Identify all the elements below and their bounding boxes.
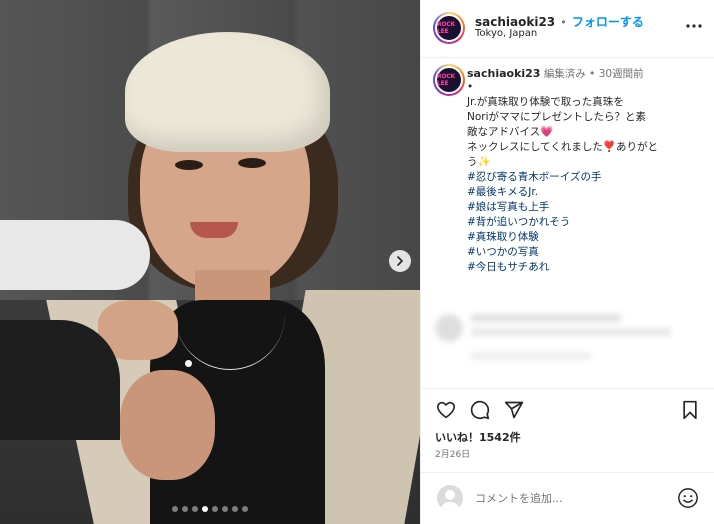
carousel-dot: [182, 506, 188, 512]
follow-button[interactable]: フォローする: [572, 15, 644, 29]
comment-input[interactable]: [475, 489, 665, 507]
separator-dot: •: [560, 16, 567, 29]
beret: [125, 32, 330, 152]
heart-icon[interactable]: [435, 399, 457, 421]
carousel-dot: [202, 506, 208, 512]
hashtag-link[interactable]: #いつかの写真: [467, 245, 539, 260]
edited-label: 編集済み: [543, 68, 586, 80]
caption-username[interactable]: sachiaoki23: [467, 67, 540, 80]
next-image-button[interactable]: [389, 250, 411, 272]
like-count[interactable]: いいね！1542件: [435, 429, 521, 445]
caption-line: Jr.が真珠取り体験で取った真珠を: [467, 96, 624, 108]
post-header: ROCK LEE sachiaoki23 • フォローする Tokyo, Jap…: [421, 0, 714, 58]
carousel-dot: [232, 506, 238, 512]
share-icon[interactable]: [503, 399, 525, 421]
caption-line: ネックレスにしてくれました❣️ありがと: [467, 141, 658, 153]
hashtag-link[interactable]: #今日もサチあれ: [467, 260, 549, 275]
hashtag-link[interactable]: #忍び寄る青木ボーイズの手: [467, 170, 601, 185]
carousel-dot: [172, 506, 178, 512]
comment-icon[interactable]: [469, 399, 491, 421]
more-options-icon[interactable]: [685, 14, 703, 33]
location-link[interactable]: Tokyo, Japan: [475, 28, 537, 39]
time-ago[interactable]: 30週間前: [599, 68, 644, 80]
avatar-logo: ROCK LEE: [437, 21, 455, 35]
bookmark-icon[interactable]: [679, 399, 701, 421]
caption-line: Noriがママにプレゼントしたら？と素: [467, 111, 647, 123]
post-photo[interactable]: [0, 0, 420, 524]
caption-section: ROCK LEE sachiaoki23 編集済み • 30週間前 • Jr.が…: [421, 58, 714, 388]
user-avatar: [437, 485, 463, 511]
comment-bar: [421, 472, 714, 524]
hashtag-link[interactable]: #真珠取り体験: [467, 230, 539, 245]
carousel-dot: [212, 506, 218, 512]
caption-line: 敵なアドバイス💗: [467, 126, 554, 138]
caption-bullet: •: [467, 81, 474, 93]
hashtag-link[interactable]: #最後キメるJr.: [467, 185, 538, 200]
post-date[interactable]: 2月26日: [435, 447, 470, 460]
chevron-right-icon: [397, 256, 404, 266]
hashtag-link[interactable]: #背が追いつかれそう: [467, 215, 570, 230]
post-panel: ROCK LEE sachiaoki23 • フォローする Tokyo, Jap…: [420, 0, 714, 524]
carousel-dot: [192, 506, 198, 512]
carousel-dot: [242, 506, 248, 512]
carousel-dot: [222, 506, 228, 512]
carousel-dots: [0, 506, 420, 512]
avatar[interactable]: ROCK LEE: [433, 12, 465, 44]
emoji-icon[interactable]: [677, 487, 699, 509]
caption-line: う✨: [467, 156, 491, 168]
username[interactable]: sachiaoki23: [475, 15, 555, 29]
action-bar: [421, 388, 714, 428]
blurred-comment: [435, 308, 705, 378]
hashtag-link[interactable]: #娘は写真も上手: [467, 200, 549, 215]
caption-avatar[interactable]: ROCK LEE: [433, 64, 465, 96]
